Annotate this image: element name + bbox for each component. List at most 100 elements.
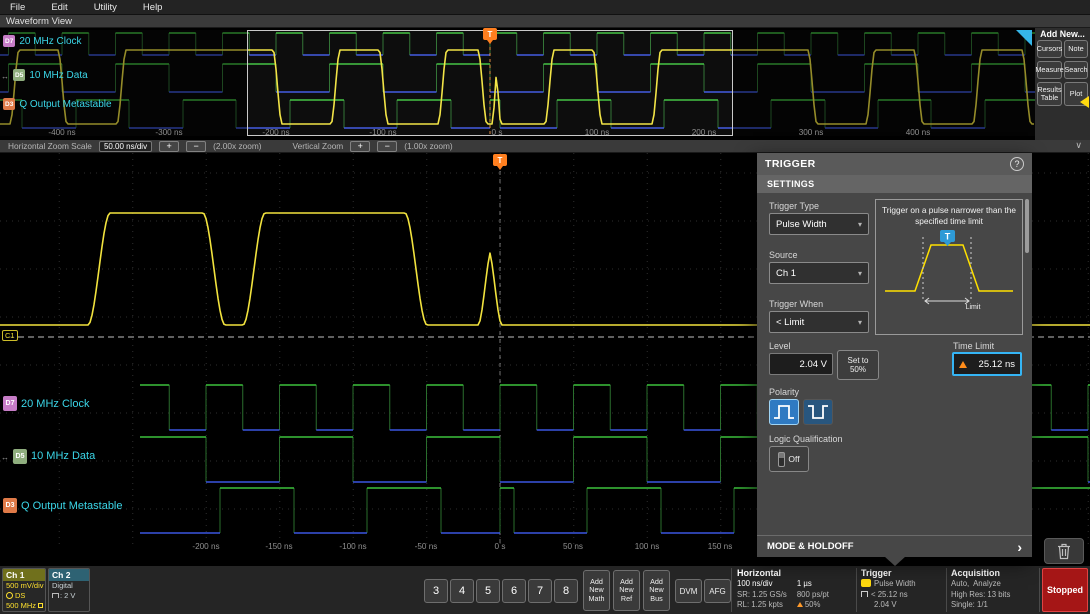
main-channel-d3[interactable]: D3 Q Output Metastable	[3, 498, 123, 513]
trash-button[interactable]	[1044, 538, 1084, 564]
add-new-bus-button[interactable]: Add New Bus	[643, 570, 670, 611]
overview-dim-right	[733, 30, 1035, 136]
help-icon[interactable]: ?	[1010, 157, 1024, 171]
menu-help[interactable]: Help	[143, 2, 163, 13]
menu-file[interactable]: File	[10, 2, 25, 13]
channel-label-d5[interactable]: 10 MHz Data	[31, 450, 95, 462]
afg-button[interactable]: AFG	[704, 579, 731, 603]
trigger-when-select[interactable]: < Limit	[769, 311, 869, 333]
overview-channel-d5[interactable]: D5 10 MHz Data	[1, 66, 88, 84]
channel-badge-d5[interactable]: D5	[13, 69, 26, 81]
channel-8-button[interactable]: 8	[554, 579, 578, 603]
channel-label-d7[interactable]: 20 MHz Clock	[19, 36, 81, 47]
trigger-panel-header: TRIGGER ?	[757, 153, 1032, 175]
channel-5-button[interactable]: 5	[476, 579, 500, 603]
vertical-zoom-out-button[interactable]: −	[377, 140, 398, 152]
overview-channel-d7[interactable]: D7 20 MHz Clock	[3, 35, 82, 47]
channel-badge-d3[interactable]: D3	[3, 98, 16, 110]
overview-trigger-marker[interactable]: T	[483, 28, 497, 44]
run-stop-status[interactable]: Stopped	[1042, 568, 1088, 612]
add-new-ref-button[interactable]: Add New Ref	[613, 570, 640, 611]
source-select[interactable]: Ch 1	[769, 262, 869, 284]
horizontal-zoom-in-button[interactable]: +	[159, 140, 180, 152]
ch1-coupling: DS	[15, 591, 26, 600]
channel-badge-d5[interactable]: D5	[13, 448, 27, 464]
trigger-type-label: Trigger Type	[769, 201, 820, 211]
trigger-condition: < 25.12 ns	[871, 589, 908, 599]
polarity-positive-button[interactable]	[769, 399, 799, 425]
channel-label-d7[interactable]: 20 MHz Clock	[21, 398, 89, 410]
overview-channel-d3[interactable]: D3 Q Output Metastable	[3, 98, 112, 110]
chevron-right-icon	[1017, 539, 1022, 555]
polarity-negative-button[interactable]	[803, 399, 833, 425]
channel-label-d3[interactable]: Q Output Metastable	[21, 500, 123, 512]
vertical-zoom-label: Vertical Zoom	[292, 141, 344, 151]
vertical-zoom-in-button[interactable]: +	[350, 140, 371, 152]
cursors-button[interactable]: Cursors	[1037, 40, 1062, 58]
ch2-mode: Digital	[52, 581, 73, 590]
channel-label-d3[interactable]: Q Output Metastable	[19, 99, 111, 110]
horizontal-zoom-factor: (2.00x zoom)	[213, 141, 262, 151]
offscreen-waveform-arrow-icon[interactable]	[1080, 96, 1089, 108]
overview-time-label: 400 ns	[905, 128, 931, 137]
horizontal-zoom-scale-value[interactable]: 50.00 ns/div	[98, 140, 153, 152]
trigger-when-value: < Limit	[776, 316, 805, 328]
channel-badge-d3[interactable]: D3	[3, 498, 17, 513]
menu-edit[interactable]: Edit	[51, 2, 67, 13]
main-time-label: 100 ns	[634, 542, 660, 551]
main-time-label: -200 ns	[192, 542, 220, 551]
trigger-type-select[interactable]: Pulse Width	[769, 213, 869, 235]
channel-4-button[interactable]: 4	[450, 579, 474, 603]
results-table-button[interactable]: Results Table	[1037, 82, 1062, 106]
horizontal-zoom-out-button[interactable]: −	[186, 140, 207, 152]
note-button[interactable]: Note	[1064, 40, 1088, 58]
level-input[interactable]: 2.04 V	[769, 353, 833, 375]
set-to-50-button[interactable]: Set to 50%	[837, 350, 879, 380]
channel-7-button[interactable]: 7	[528, 579, 552, 603]
horizontal-info[interactable]: Horizontal 100 ns/div SR: 1.25 GS/s RL: …	[737, 567, 853, 613]
dvm-button[interactable]: DVM	[675, 579, 702, 603]
settings-section-header[interactable]: SETTINGS	[757, 175, 1032, 193]
search-button[interactable]: Search	[1064, 61, 1088, 79]
panel-scrollbar[interactable]	[1025, 199, 1029, 253]
menu-utility[interactable]: Utility	[94, 2, 117, 13]
drag-handle-icon[interactable]	[1, 447, 9, 465]
ch2-badge[interactable]: Ch 2 Digital : 2 V	[48, 568, 90, 612]
time-limit-input[interactable]: 25.12 ns	[952, 352, 1022, 376]
horizontal-zoom-scale-label: Horizontal Zoom Scale	[8, 141, 92, 151]
trigger-marker[interactable]: T	[493, 154, 507, 170]
oscilloscope-app: File Edit Utility Help Waveform View T D…	[0, 0, 1090, 614]
chevron-down-icon	[858, 268, 862, 279]
toggle-icon	[778, 451, 786, 467]
trigger-position: 50%	[804, 600, 821, 609]
logic-qualification-toggle[interactable]: Off	[769, 446, 809, 472]
add-new-math-button[interactable]: Add New Math	[583, 570, 610, 611]
main-time-label: 0 s	[494, 542, 506, 551]
acquisition-info[interactable]: Acquisition Auto, Analyze High Res: 13 b…	[951, 567, 1037, 613]
add-new-panel: Add New... Cursors Note Measure Search R…	[1035, 28, 1090, 152]
level-value: 2.04 V	[799, 358, 827, 370]
overview-time-label: 0 s	[491, 128, 503, 137]
horizontal-title: Horizontal	[737, 568, 781, 578]
set-to-line2: 50%	[849, 365, 866, 374]
waveform-overview[interactable]: T D7 20 MHz Clock D5 10 MHz Data D3 Q Ou…	[0, 28, 1035, 140]
channel-badge-d7[interactable]: D7	[3, 396, 17, 411]
channel-6-button[interactable]: 6	[502, 579, 526, 603]
mode-holdoff-section[interactable]: MODE & HOLDOFF	[757, 535, 1032, 557]
waveform-view-tab[interactable]: Waveform View	[0, 15, 1090, 28]
ch1-level-tag[interactable]: C1	[2, 330, 18, 341]
zoom-overview-flag-icon[interactable]	[1016, 30, 1032, 46]
channel-badge-d7[interactable]: D7	[3, 35, 16, 47]
channel-3-button[interactable]: 3	[424, 579, 448, 603]
drag-handle-icon[interactable]	[1, 66, 9, 84]
collapse-overview-icon[interactable]	[1075, 140, 1082, 151]
ch1-badge[interactable]: Ch 1 500 mV/div DS 500 MHz	[2, 568, 46, 612]
channel-label-d5[interactable]: 10 MHz Data	[29, 70, 87, 81]
main-channel-d7[interactable]: D7 20 MHz Clock	[3, 396, 89, 411]
acquisition-mode: Auto, Analyze	[951, 579, 1001, 588]
trigger-info[interactable]: Trigger Pulse Width < 25.12 ns 2.04 V	[861, 567, 943, 613]
measure-button[interactable]: Measure	[1035, 61, 1064, 79]
zoom-window[interactable]	[247, 30, 733, 136]
main-channel-d5[interactable]: D5 10 MHz Data	[1, 447, 95, 465]
svg-text:Limit: Limit	[966, 304, 981, 311]
